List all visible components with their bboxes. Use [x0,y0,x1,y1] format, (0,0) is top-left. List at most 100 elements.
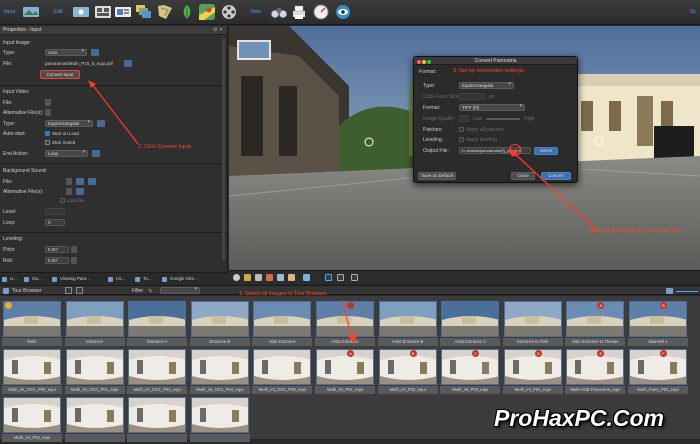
polygon-hotspot-icon[interactable] [255,274,262,281]
loop-file-checkbox[interactable] [60,198,65,203]
leveling-checkbox[interactable] [459,137,464,142]
video-reel-icon[interactable] [220,3,238,21]
sound-level-field[interactable] [45,208,65,215]
tour-thumbnail[interactable]: Muth_int_OG1_P00_equi [2,348,62,396]
thumbnail-size-slider[interactable] [676,291,698,292]
quality-slider[interactable] [486,118,520,120]
tour-thumbnail[interactable]: Muth_int_OG1_P01_equi [64,348,125,396]
tour-thumbnail[interactable] [64,396,125,444]
tour-thumbnail[interactable]: Side Entrance to Theater A [565,300,626,348]
tour-browser-header: Tour Browser Filter ✎ [0,285,700,295]
lens-flare-icon[interactable] [303,274,310,281]
binoculars-icon[interactable] [270,3,288,21]
annotation-select-images: 1. Select all images in Tour Browser. [239,291,328,297]
sound-alt-open-icon[interactable] [76,188,84,195]
tour-thumbnail[interactable]: Muth_int_P02_equi B [377,348,438,396]
eye-icon[interactable] [334,3,352,21]
tab-user-data[interactable]: Us... [106,274,125,284]
pitch-stepper-icon[interactable] [71,246,77,253]
tour-thumbnail[interactable]: Muth_int_P04_equi [2,396,62,444]
filter-select[interactable] [160,287,200,294]
browser-list-icon[interactable] [76,287,83,294]
minimize-dot-icon[interactable] [422,60,426,64]
dialog-type-select[interactable]: Equirectangular [459,82,514,89]
tour-thumbnail[interactable]: Muth_int_OG1_P05_equi [252,348,313,396]
image-info-icon[interactable] [91,49,99,56]
tour-thumbnail[interactable] [189,396,250,444]
tour-thumbnail[interactable]: Muth_int_P04_equi D [502,348,563,396]
help-icon[interactable] [233,274,240,281]
sound-file-info-icon[interactable] [88,178,96,185]
tour-thumbnail[interactable]: Artist Entrance C [440,300,501,348]
tour-thumbnail[interactable]: Muth_int_OG1_P03_equi [127,348,188,396]
video-alt-add-icon[interactable] [45,109,51,116]
tour-thumbnail[interactable]: Entrance [64,300,125,348]
open-file-icon[interactable] [124,60,132,67]
pointer-hotspot-icon[interactable] [244,274,251,281]
tab-google-street-view[interactable]: Google Stre... [160,274,198,284]
image-grid-icon[interactable] [94,3,112,21]
media-icon[interactable] [114,3,132,21]
tour-thumbnail[interactable]: Side Entrance [252,300,313,348]
convert-input-button[interactable]: Convert Input [40,70,80,79]
panel-scrollbar[interactable] [222,38,225,260]
tour-thumbnail[interactable]: Muth [2,300,62,348]
tab-user[interactable]: U... [0,274,17,284]
cube-face-label: Cube Face Size: [423,94,460,100]
tab-output[interactable]: Ou... [22,274,42,284]
tour-thumbnail[interactable]: Entrance A [127,300,188,348]
input-panorama-icon[interactable] [22,3,40,21]
save-as-default-button[interactable]: Save as Default [418,172,456,180]
patches-checkbox[interactable] [459,127,464,132]
start-on-load-checkbox[interactable] [45,131,50,136]
tour-thumbnail[interactable]: Muth_Pano_P02_equi F [628,348,688,396]
video-hotspot-icon[interactable] [277,274,284,281]
tour-thumbnail[interactable]: Muth_int_OG1_P04_equi [189,348,250,396]
view-mode-icon[interactable] [325,274,332,281]
pitch-field[interactable]: 0.00° [45,246,69,253]
start-muted-checkbox[interactable] [45,140,50,145]
annotation-output: Adjust the file path for the output file… [588,228,684,234]
end-action-select[interactable]: Loop [45,150,88,157]
tour-thumbnail[interactable]: Entrance B [189,300,250,348]
zoom-dot-icon[interactable] [427,60,431,64]
sound-loop-field[interactable]: 0 [45,219,65,226]
thumbnail-caption: Side Entrance [252,338,313,346]
browser-view-icon[interactable] [65,287,72,294]
roll-field[interactable]: 0.00° [45,257,69,264]
tab-viewing-parameters[interactable]: Viewing Para... [50,274,90,284]
image-quality-field[interactable] [459,115,469,122]
tab-tour[interactable]: To... [133,274,152,284]
sound-hotspot-icon[interactable] [266,274,273,281]
roll-stepper-icon[interactable] [71,257,77,264]
tour-thumbnail[interactable]: Muth-ASB Panorama_equi E [565,348,626,396]
quality-low-label: Low [473,116,483,122]
dialog-format-select[interactable]: TIFF (tif) [459,104,525,111]
tour-thumbnail[interactable] [127,396,188,444]
sound-file-open-icon[interactable] [76,178,84,185]
grid-icon[interactable] [337,274,344,281]
sound-file-add-icon[interactable] [66,178,72,185]
cube-face-field[interactable] [459,93,485,100]
tour-thumbnail[interactable]: Muth_int_P01_equi A [315,348,375,396]
tour-thumbnail[interactable]: Entrance to Park [502,300,563,348]
floorplan-icon[interactable] [156,3,174,21]
sound-alt-add-icon[interactable] [66,188,72,195]
google-maps-icon[interactable] [198,3,216,21]
input-image-type-select[interactable]: Auto [45,49,87,56]
end-action-info-icon[interactable] [92,150,100,157]
image-hotspot-icon[interactable] [288,274,295,281]
crop-icon[interactable] [351,274,358,281]
tour-thumbnail[interactable]: Artist Entrance B [377,300,438,348]
thumbnail-caption: Muth_int_OG1_P03_equi [127,386,188,394]
tour-thumbnail[interactable]: Stairwell A B [628,300,688,348]
hotspot-icon[interactable] [72,3,90,21]
tour-thumbnail[interactable]: Muth_int_P03_equi C [440,348,501,396]
skin-editor-icon[interactable] [178,3,196,21]
print-icon[interactable] [290,3,308,21]
video-file-add-icon[interactable] [45,99,51,106]
close-dot-icon[interactable] [417,60,421,64]
speedometer-icon[interactable] [312,3,330,21]
layers-icon[interactable] [134,3,152,21]
panel-close-icon[interactable]: ⚙ ✕ [213,26,223,35]
